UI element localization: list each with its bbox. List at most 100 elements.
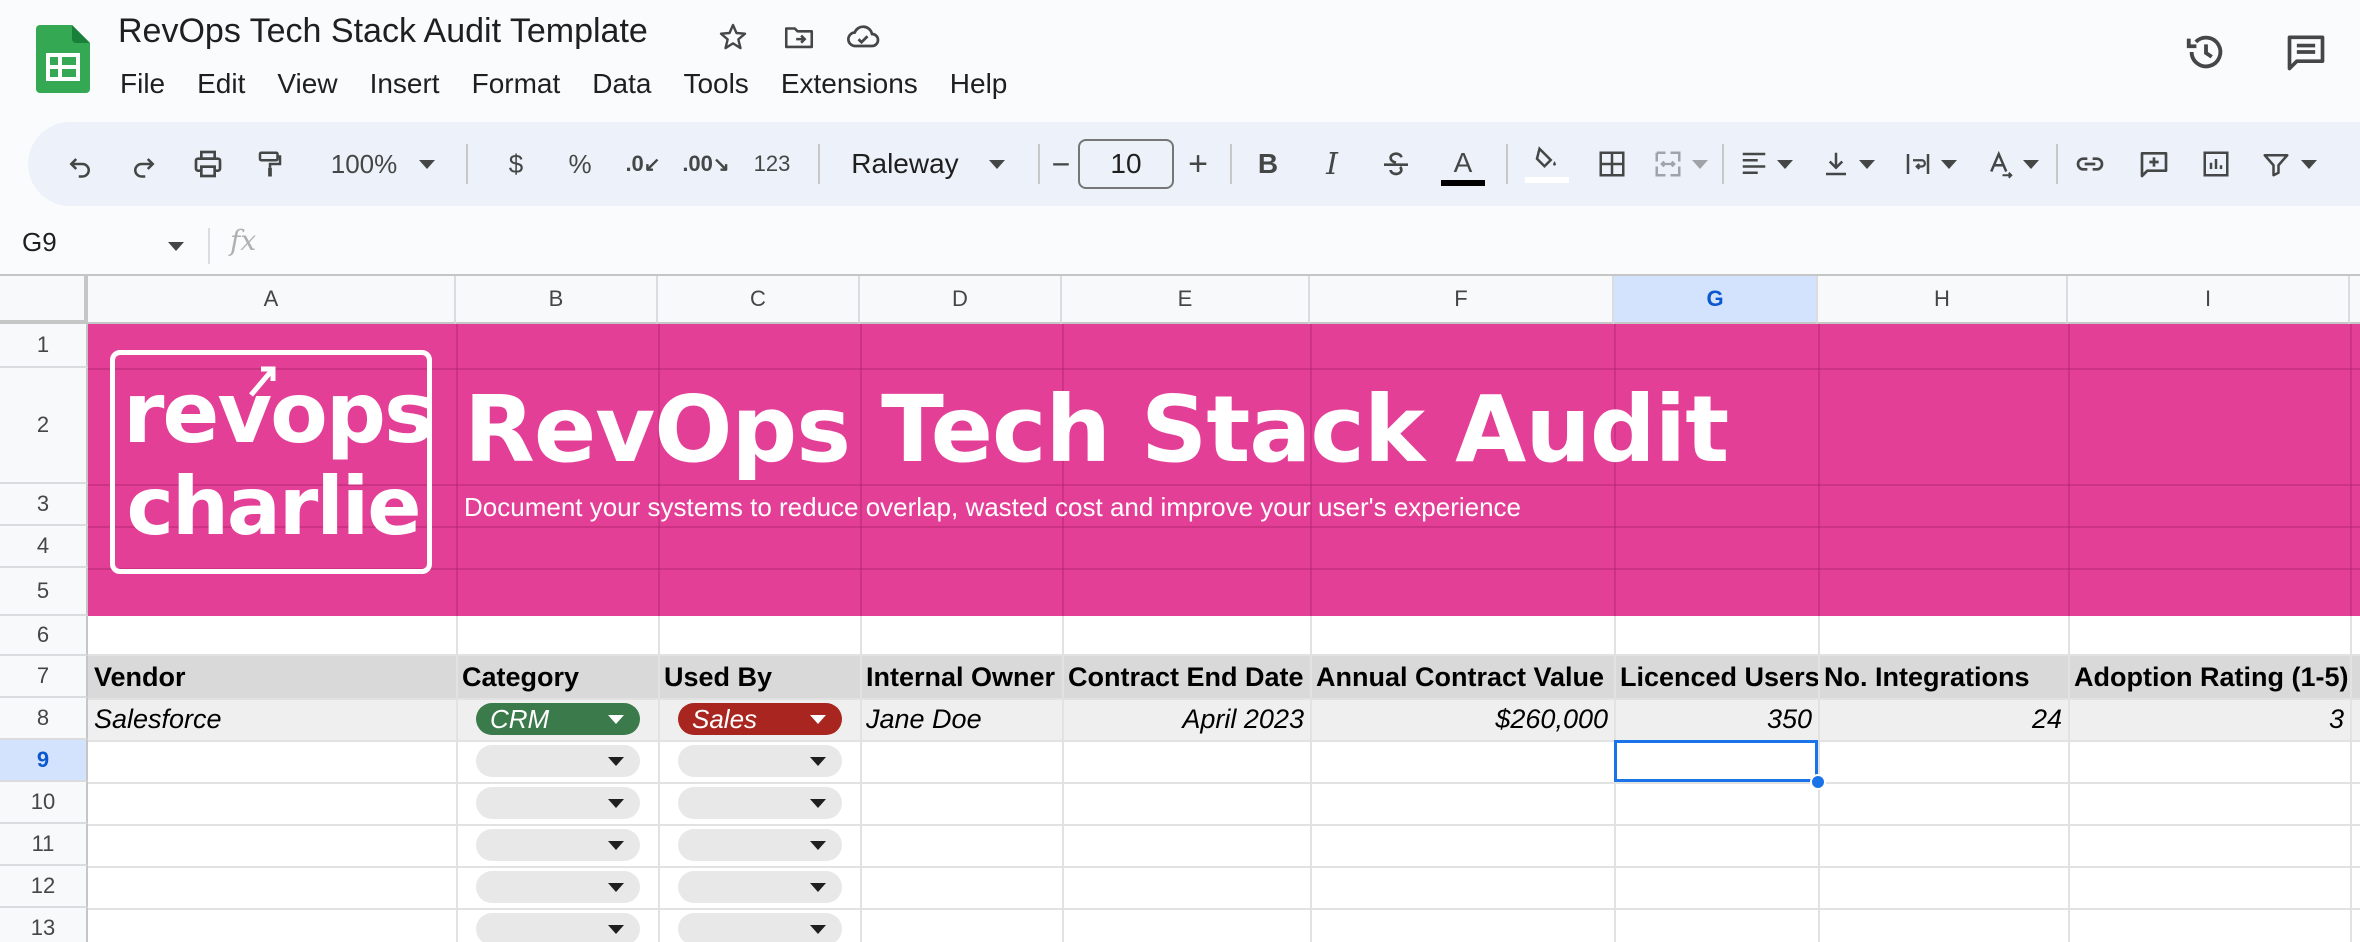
column-header-next[interactable] — [2350, 276, 2360, 324]
active-cell-selection[interactable] — [1614, 740, 1818, 782]
select-all-corner[interactable] — [0, 276, 88, 324]
decrease-decimal-button[interactable]: .0 ↙ — [618, 122, 668, 206]
cell-annual-contract-value[interactable]: $260,000 — [1310, 698, 1614, 740]
header-internal-owner[interactable]: Internal Owner — [860, 656, 1062, 698]
header-vendor[interactable]: Vendor — [88, 656, 456, 698]
category-dropdown-chip[interactable]: CRM — [476, 703, 640, 735]
move-to-folder-icon[interactable] — [780, 18, 818, 56]
menu-format[interactable]: Format — [456, 68, 577, 100]
sheet-grid[interactable]: A B C D E F G H I 1 2 3 4 5 6 7 8 9 10 1… — [0, 274, 2360, 942]
header-licenced-users[interactable]: Licenced Users — [1614, 656, 1818, 698]
star-icon[interactable] — [714, 18, 752, 56]
category-dropdown-chip-empty[interactable] — [476, 913, 640, 942]
text-wrapping-button[interactable] — [1898, 122, 1962, 206]
strikethrough-button[interactable] — [1374, 122, 1418, 206]
row-header-5[interactable]: 5 — [0, 568, 88, 616]
insert-comment-icon[interactable] — [2132, 122, 2176, 206]
used-by-dropdown-chip-empty[interactable] — [678, 871, 842, 903]
text-rotation-button[interactable] — [1980, 122, 2044, 206]
cell-internal-owner[interactable]: Jane Doe — [860, 698, 1062, 740]
italic-button[interactable]: I — [1310, 122, 1354, 206]
borders-icon[interactable] — [1590, 122, 1634, 206]
column-header-g[interactable]: G — [1614, 276, 1818, 324]
print-icon[interactable] — [186, 122, 230, 206]
menu-extensions[interactable]: Extensions — [765, 68, 934, 100]
used-by-dropdown-chip-empty[interactable] — [678, 745, 842, 777]
category-dropdown-chip-empty[interactable] — [476, 745, 640, 777]
cell-adoption-rating[interactable]: 3 — [2068, 698, 2350, 740]
filter-button[interactable] — [2254, 122, 2324, 206]
undo-icon[interactable] — [58, 122, 102, 206]
used-by-dropdown-chip-empty[interactable] — [678, 829, 842, 861]
font-size-input[interactable]: 10 — [1078, 139, 1174, 189]
cell-licenced-users[interactable]: 350 — [1614, 698, 1818, 740]
column-header-h[interactable]: H — [1818, 276, 2068, 324]
header-used-by[interactable]: Used By — [658, 656, 860, 698]
header-adoption-rating[interactable]: Adoption Rating (1-5) — [2068, 656, 2350, 698]
row-header-11[interactable]: 11 — [0, 824, 88, 866]
paint-format-icon[interactable] — [248, 122, 292, 206]
currency-format-button[interactable]: $ — [494, 122, 538, 206]
google-sheets-logo[interactable] — [36, 25, 90, 93]
row-header-7[interactable]: 7 — [0, 656, 88, 698]
row-header-3[interactable]: 3 — [0, 484, 88, 526]
comments-icon[interactable] — [2282, 28, 2330, 76]
cell-contract-end-date[interactable]: April 2023 — [1062, 698, 1310, 740]
column-header-a[interactable]: A — [88, 276, 456, 324]
decrease-font-size-button[interactable]: − — [1046, 122, 1076, 206]
fill-color-button[interactable] — [1522, 122, 1572, 206]
cell-vendor[interactable]: Salesforce — [88, 698, 456, 740]
row-header-9[interactable]: 9 — [0, 740, 88, 782]
name-box[interactable]: G9 — [22, 227, 57, 258]
header-annual-contract-value[interactable]: Annual Contract Value — [1310, 656, 1614, 698]
menu-tools[interactable]: Tools — [667, 68, 764, 100]
menu-data[interactable]: Data — [576, 68, 667, 100]
used-by-dropdown-chip-empty[interactable] — [678, 787, 842, 819]
document-title[interactable]: RevOps Tech Stack Audit Template — [118, 12, 648, 51]
column-header-b[interactable]: B — [456, 276, 658, 324]
chevron-down-icon[interactable] — [168, 242, 184, 251]
increase-decimal-button[interactable]: .00 ↘ — [676, 122, 736, 206]
version-history-icon[interactable] — [2182, 28, 2230, 76]
menu-file[interactable]: File — [104, 68, 181, 100]
fill-handle[interactable] — [1810, 774, 1826, 790]
cloud-saved-icon[interactable] — [844, 18, 882, 56]
header-category[interactable]: Category — [456, 656, 658, 698]
column-header-f[interactable]: F — [1310, 276, 1614, 324]
menu-view[interactable]: View — [261, 68, 353, 100]
column-header-i[interactable]: I — [2068, 276, 2350, 324]
row-header-6[interactable]: 6 — [0, 616, 88, 656]
row-header-12[interactable]: 12 — [0, 866, 88, 908]
column-header-d[interactable]: D — [860, 276, 1062, 324]
font-family-select[interactable]: Raleway — [828, 122, 1028, 206]
header-no-integrations[interactable]: No. Integrations — [1818, 656, 2068, 698]
more-formats-button[interactable]: 123 — [742, 122, 802, 206]
row-header-4[interactable]: 4 — [0, 526, 88, 568]
column-header-e[interactable]: E — [1062, 276, 1310, 324]
bold-button[interactable]: B — [1246, 122, 1290, 206]
row-header-8[interactable]: 8 — [0, 698, 88, 740]
merge-cells-icon[interactable] — [1650, 122, 1710, 206]
menu-insert[interactable]: Insert — [354, 68, 456, 100]
redo-icon[interactable] — [122, 122, 166, 206]
row-header-2[interactable]: 2 — [0, 368, 88, 484]
menu-edit[interactable]: Edit — [181, 68, 261, 100]
text-color-button[interactable]: A — [1438, 122, 1488, 206]
cell-no-integrations[interactable]: 24 — [1818, 698, 2068, 740]
vertical-align-button[interactable] — [1816, 122, 1880, 206]
category-dropdown-chip-empty[interactable] — [476, 871, 640, 903]
insert-chart-icon[interactable] — [2194, 122, 2238, 206]
row-header-13[interactable]: 13 — [0, 908, 88, 942]
increase-font-size-button[interactable]: + — [1176, 122, 1220, 206]
insert-link-icon[interactable] — [2068, 122, 2112, 206]
percent-format-button[interactable]: % — [558, 122, 602, 206]
header-contract-end-date[interactable]: Contract End Date — [1062, 656, 1310, 698]
used-by-dropdown-chip-empty[interactable] — [678, 913, 842, 942]
row-header-1[interactable]: 1 — [0, 324, 88, 368]
menu-help[interactable]: Help — [934, 68, 1024, 100]
column-header-c[interactable]: C — [658, 276, 860, 324]
horizontal-align-button[interactable] — [1734, 122, 1798, 206]
zoom-select[interactable]: 100% — [318, 122, 448, 206]
category-dropdown-chip-empty[interactable] — [476, 829, 640, 861]
used-by-dropdown-chip[interactable]: Sales — [678, 703, 842, 735]
